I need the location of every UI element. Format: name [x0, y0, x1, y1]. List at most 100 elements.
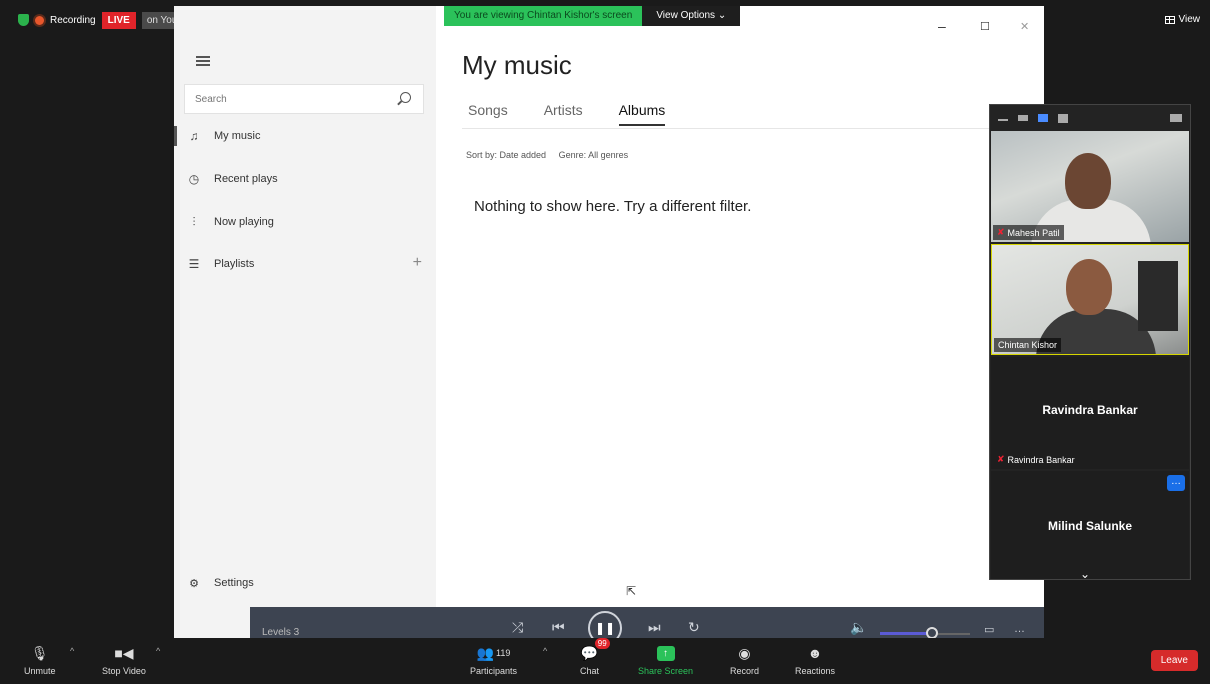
gallery-header — [990, 105, 1190, 131]
volume-slider-fill — [880, 632, 928, 635]
mini-player-icon[interactable]: ▭ — [984, 623, 994, 636]
settings-label: Settings — [214, 577, 254, 589]
playlist-icon: ☰ — [188, 257, 200, 271]
participants-label: Participants — [470, 666, 518, 676]
page-title: My music — [462, 50, 572, 80]
sidebar-item-label: Playlists — [214, 258, 255, 270]
participant-name: Chintan Kishor — [998, 340, 1058, 350]
filter-row: Sort by: Date added Genre: All genres — [466, 150, 638, 160]
participant-name: Mahesh Patil — [1007, 227, 1060, 238]
chevron-down-icon[interactable]: ⌄ — [1080, 567, 1090, 581]
participants-button[interactable]: 👥 119 Participants — [470, 642, 518, 677]
sort-by-dropdown[interactable]: Sort by: Date added — [466, 150, 546, 160]
shared-screen-window: ♫ My music ◷ Recent plays ⫶ Now playing … — [174, 6, 1044, 638]
chevron-up-icon[interactable]: ^ — [70, 646, 74, 656]
record-icon: ◉ — [738, 644, 751, 661]
sidebar-item-label: My music — [214, 130, 261, 142]
chat-label: Chat — [580, 666, 600, 676]
genre-dropdown[interactable]: Genre: All genres — [559, 150, 629, 160]
minimize-icon[interactable]: – — [938, 18, 946, 34]
sidebar-item-label: Recent plays — [214, 173, 278, 185]
live-badge[interactable]: LIVE — [101, 11, 136, 29]
reactions-icon: ☻ — [807, 645, 823, 661]
shuffle-icon[interactable]: ⤮ — [512, 619, 523, 636]
now-playing-title[interactable]: Levels 3 — [262, 627, 299, 638]
person-head — [1065, 153, 1111, 209]
music-player-bar: Levels 3 ⤮ ⏮ ❚❚ ⏭ ↻ 🔈 ▭ … — [250, 607, 1044, 645]
close-icon[interactable]: ✕ — [1020, 20, 1029, 33]
music-content: My music Songs Artists Albums Sort by: D… — [436, 6, 1044, 638]
fullscreen-icon[interactable] — [1170, 114, 1182, 122]
share-screen-button[interactable]: ↑ Share Screen — [638, 642, 693, 676]
participant-tile[interactable]: … Milind Salunke — [991, 471, 1189, 579]
tab-divider — [462, 128, 1022, 129]
music-sidebar: ♫ My music ◷ Recent plays ⫶ Now playing … — [174, 6, 436, 638]
hamburger-menu-icon[interactable] — [196, 56, 210, 66]
reactions-button[interactable]: ☻ Reactions — [795, 642, 835, 676]
chevron-up-icon[interactable]: ^ — [543, 646, 547, 656]
settings-button[interactable]: ⚙ Settings — [174, 568, 436, 598]
clock-icon: ◷ — [188, 172, 200, 186]
sidebar-item-recent-plays[interactable]: ◷ Recent plays — [174, 161, 436, 197]
participant-tile-active-speaker[interactable]: Chintan Kishor — [991, 244, 1189, 355]
equalizer-icon: ⫶ — [192, 214, 196, 229]
search-box — [184, 84, 424, 114]
record-button[interactable]: ◉ Record — [730, 642, 759, 677]
zoom-meeting-window: Recording LIVE on YouTube View ♫ My musi… — [0, 0, 1210, 684]
reactions-label: Reactions — [795, 666, 836, 676]
tab-artists[interactable]: Artists — [544, 102, 583, 126]
unmute-button[interactable]: 🎙 Unmute — [24, 642, 56, 677]
volume-icon[interactable]: 🔈 — [850, 619, 867, 636]
stop-video-button[interactable]: ■◀ Stop Video — [102, 642, 146, 677]
video-camera-icon: ■◀ — [114, 644, 134, 661]
mic-muted-icon: 🎙 — [30, 644, 49, 661]
shield-icon — [18, 14, 29, 26]
viewing-screen-label: You are viewing Chintan Kishor's screen — [444, 6, 643, 26]
view-label: View — [1178, 14, 1201, 25]
search-input[interactable] — [185, 85, 385, 113]
strip-view-icon[interactable] — [1038, 114, 1048, 122]
chat-badge: 99 — [594, 638, 610, 649]
music-note-icon: ♫ — [189, 129, 199, 143]
participant-name-tag: ✘ Mahesh Patil — [993, 225, 1064, 240]
participant-tile[interactable]: ✘ Mahesh Patil — [991, 131, 1189, 242]
chat-button[interactable]: 💬 99 Chat — [580, 638, 610, 676]
grid-icon — [1164, 15, 1175, 24]
share-screen-icon: ↑ — [656, 642, 675, 664]
tab-songs[interactable]: Songs — [468, 102, 508, 126]
tab-albums[interactable]: Albums — [618, 102, 666, 126]
sidebar-item-playlists[interactable]: ☰ Playlists + — [174, 246, 436, 282]
participant-name-tag: Chintan Kishor — [994, 338, 1062, 352]
view-options-button[interactable]: View Options ⌄ — [642, 6, 741, 26]
leave-button[interactable]: Leave — [1150, 650, 1198, 671]
maximize-icon[interactable]: ☐ — [980, 20, 990, 33]
participant-display-name: Milind Salunke — [1047, 519, 1132, 533]
view-options-label: View Options — [656, 10, 716, 21]
more-options-button[interactable]: … — [1167, 475, 1185, 491]
share-banner: You are viewing Chintan Kishor's screen … — [444, 6, 741, 26]
mouse-cursor-icon: ⇱ — [626, 584, 637, 598]
sidebar-item-my-music[interactable]: ♫ My music — [174, 118, 436, 154]
speaker-view-icon[interactable] — [1018, 115, 1028, 121]
chevron-up-icon[interactable]: ^ — [156, 646, 160, 656]
repeat-icon[interactable]: ↻ — [688, 619, 700, 636]
add-playlist-icon[interactable]: + — [413, 254, 422, 272]
empty-state-message: Nothing to show here. Try a different fi… — [474, 198, 752, 215]
participants-icon: 👥 119 — [476, 644, 511, 661]
sidebar-item-now-playing[interactable]: ⫶ Now playing — [174, 204, 436, 240]
share-screen-label: Share Screen — [638, 666, 694, 676]
more-options-icon[interactable]: … — [1014, 623, 1025, 635]
unmute-label: Unmute — [24, 666, 56, 676]
participant-name: Ravindra Bankar — [1007, 454, 1075, 465]
next-icon[interactable]: ⏭ — [648, 619, 661, 636]
minimize-gallery-icon[interactable] — [998, 119, 1008, 121]
stop-video-label: Stop Video — [102, 666, 146, 676]
grid-view-icon[interactable] — [1058, 113, 1068, 123]
chat-icon: 💬 99 — [581, 638, 610, 664]
search-icon[interactable] — [400, 92, 411, 103]
participant-tile[interactable]: Ravindra Bankar ✘ Ravindra Bankar — [991, 357, 1189, 469]
monitor-background — [1138, 261, 1178, 331]
mic-muted-icon: ✘ — [997, 227, 1005, 237]
previous-icon[interactable]: ⏮ — [552, 619, 565, 636]
view-button[interactable]: View — [1164, 14, 1201, 25]
